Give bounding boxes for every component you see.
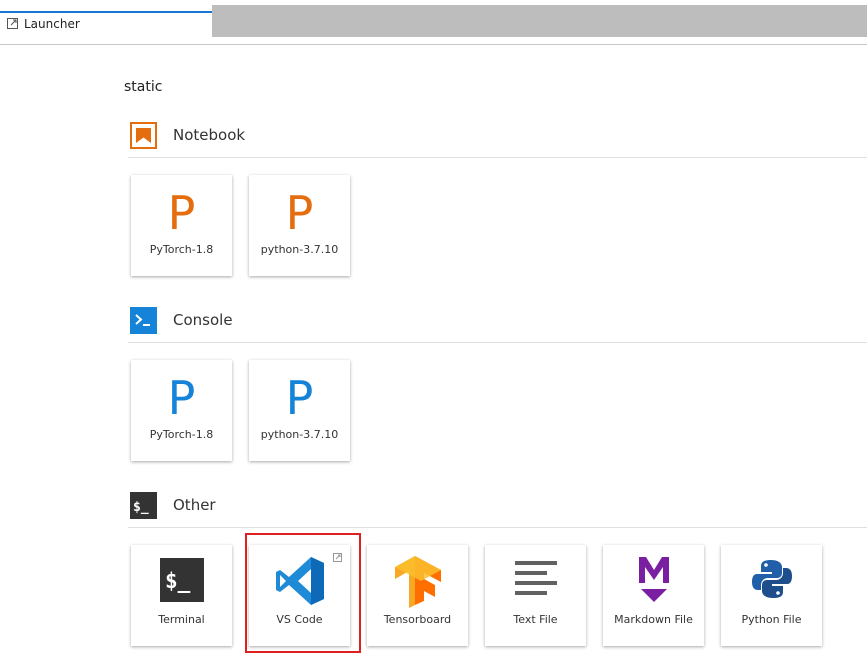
external-link-icon — [333, 553, 342, 562]
notebook-python-card[interactable]: P python-3.7.10 — [249, 175, 350, 276]
notebook-pytorch-glyph: P — [167, 186, 196, 240]
console-pytorch-label: PyTorch-1.8 — [149, 428, 214, 441]
tensorboard-card[interactable]: Tensorboard — [367, 545, 468, 646]
section-notebook-divider — [128, 157, 867, 158]
svg-text:$_: $_ — [165, 569, 191, 593]
tensorboard-label: Tensorboard — [383, 613, 452, 626]
python-file-card[interactable]: Python File — [721, 545, 822, 646]
tensorboard-icon — [395, 556, 441, 608]
python-file-label: Python File — [741, 613, 802, 626]
notebook-pytorch-label: PyTorch-1.8 — [149, 243, 214, 256]
console-python-card[interactable]: P python-3.7.10 — [249, 360, 350, 461]
terminal-prompt-icon: $_ — [130, 492, 157, 519]
text-file-icon — [515, 561, 557, 595]
notebook-python-label: python-3.7.10 — [260, 243, 339, 256]
markdown-file-label: Markdown File — [614, 613, 693, 626]
tab-bar: Launcher — [0, 0, 867, 45]
notebook-pytorch-card[interactable]: P PyTorch-1.8 — [131, 175, 232, 276]
console-icon — [130, 307, 157, 334]
vscode-card[interactable]: VS Code — [249, 545, 350, 646]
terminal-card[interactable]: $_ Terminal — [131, 545, 232, 646]
vscode-icon — [276, 557, 324, 605]
launcher-icon — [7, 18, 18, 29]
notebook-python-glyph: P — [285, 186, 314, 240]
tab-launcher[interactable]: Launcher — [0, 11, 212, 37]
vscode-label: VS Code — [276, 613, 323, 626]
tab-bar-divider — [0, 44, 867, 45]
section-other-header: $_ Other — [130, 492, 867, 522]
terminal-label: Terminal — [158, 613, 205, 626]
section-other-title: Other — [173, 496, 216, 514]
console-python-label: python-3.7.10 — [260, 428, 339, 441]
section-console-title: Console — [173, 311, 233, 329]
markdown-icon — [639, 557, 669, 602]
section-other-divider — [128, 527, 867, 528]
console-python-glyph: P — [285, 371, 314, 425]
text-file-label: Text File — [513, 613, 558, 626]
section-notebook-header: Notebook — [130, 122, 867, 152]
tab-launcher-label: Launcher — [24, 17, 80, 31]
python-icon — [752, 560, 792, 598]
terminal-icon: $_ — [160, 558, 204, 602]
notebook-icon — [130, 122, 157, 149]
svg-text:$_: $_ — [133, 500, 149, 515]
text-file-card[interactable]: Text File — [485, 545, 586, 646]
console-pytorch-glyph: P — [167, 371, 196, 425]
markdown-file-card[interactable]: Markdown File — [603, 545, 704, 646]
launcher-path-label: static — [124, 79, 163, 95]
tab-bar-empty-area — [212, 5, 867, 37]
section-console-divider — [128, 342, 867, 343]
section-console-header: Console — [130, 307, 867, 337]
section-notebook-title: Notebook — [173, 126, 246, 144]
console-pytorch-card[interactable]: P PyTorch-1.8 — [131, 360, 232, 461]
